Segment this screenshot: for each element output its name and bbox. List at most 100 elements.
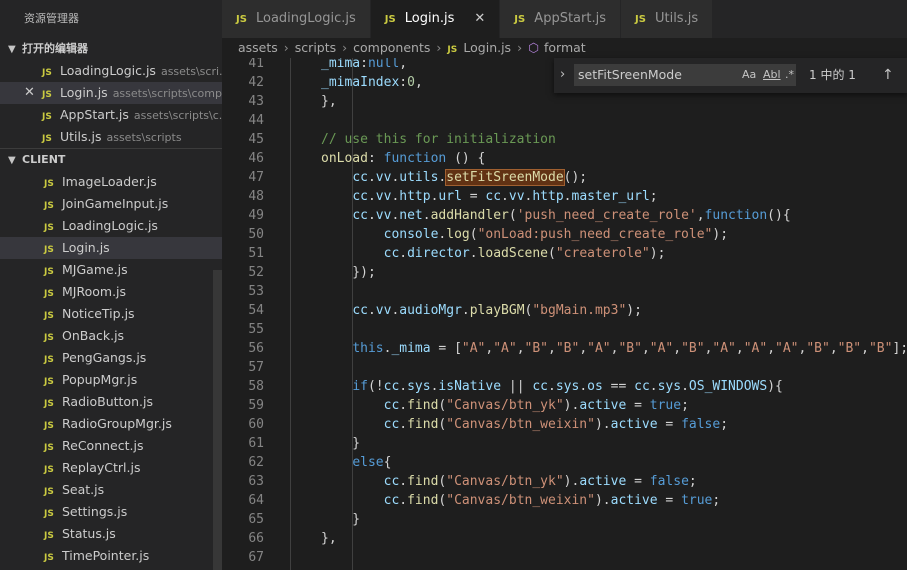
line-number: 51 [248, 246, 264, 261]
line-number: 58 [248, 379, 264, 394]
close-icon[interactable]: ✕ [474, 11, 485, 26]
file-tree-item[interactable]: JS NoticeTip.js [0, 303, 222, 325]
file-tree-item[interactable]: JS RadioButton.js [0, 391, 222, 413]
chevron-right-icon[interactable]: › [560, 67, 565, 82]
code-text: cc.director.loadScene("createrole"); [321, 244, 666, 263]
code-token: = [626, 398, 650, 413]
file-tree-item[interactable]: JS LoadingLogic.js [0, 215, 222, 237]
file-tree-item[interactable]: JS Login.js [0, 237, 222, 259]
code-token: , [516, 341, 525, 356]
code-token: cc [383, 493, 400, 508]
breadcrumb-part[interactable]: components [353, 40, 430, 55]
open-editor-name: AppStart.js [60, 107, 129, 122]
breadcrumb-part[interactable]: scripts [295, 40, 336, 55]
breadcrumb-part[interactable]: assets [238, 40, 278, 55]
file-tree-item[interactable]: JS MJGame.js [0, 259, 222, 281]
open-editor-item[interactable]: JS AppStart.js assets\scripts\c... [0, 104, 222, 126]
js-file-icon: JS [44, 311, 54, 321]
match-case-toggle[interactable]: Aa [742, 64, 756, 86]
open-editor-item[interactable]: JS LoadingLogic.js assets\scri... [0, 60, 222, 82]
js-file-icon: JS [44, 487, 54, 497]
client-folder-header[interactable]: ▼ CLIENT [0, 148, 222, 171]
code-token: 0 [407, 75, 415, 90]
file-tree-item[interactable]: JS TimePointer.js [0, 545, 222, 567]
file-tree-item[interactable]: JS PopupMgr.js [0, 369, 222, 391]
open-editor-item[interactable]: JS Utils.js assets\scripts [0, 126, 222, 148]
code-token: OS_WINDOWS [688, 379, 768, 394]
code-text: this._mima = ["A","A","B","B","A","B","A… [321, 339, 907, 358]
file-tree-item[interactable]: JS Status.js [0, 523, 222, 545]
file-tree-item[interactable]: JS ReConnect.js [0, 435, 222, 457]
code-editor[interactable]: 41 _mima:null, 42 _mimaIndex:0, 43}, 44 45// u… [222, 58, 907, 570]
regex-toggle[interactable]: .* [785, 64, 794, 86]
file-name: RadioGroupMgr.js [62, 416, 172, 431]
file-tree-item[interactable]: JS JoinGameInput.js [0, 193, 222, 215]
js-file-icon: JS [44, 465, 54, 475]
code-token: . [367, 208, 376, 223]
code-token: utils [399, 170, 439, 185]
sidebar-scrollbar[interactable] [213, 270, 222, 570]
code-text: cc.find("Canvas/btn_yk").active = false; [321, 472, 697, 491]
file-tree-item[interactable]: JS ReplayCtrl.js [0, 457, 222, 479]
file-tree-item[interactable]: JS RadioGroupMgr.js [0, 413, 222, 435]
code-token: ); [626, 303, 642, 318]
code-token: . [399, 379, 408, 394]
file-tree-item[interactable]: JS ImageLoader.js [0, 171, 222, 193]
code-text: // use this for initialization [321, 130, 556, 149]
editor-tab[interactable]: JS Utils.js [620, 0, 714, 38]
file-tree-item[interactable]: JS Seat.js [0, 479, 222, 501]
breadcrumb-part[interactable]: Login.js [463, 40, 511, 55]
code-token: ). [563, 474, 580, 489]
file-tree-item[interactable]: JS OnBack.js [0, 325, 222, 347]
editor-tab[interactable]: JS AppStart.js [500, 0, 621, 38]
breadcrumb-symbol[interactable]: format [544, 40, 586, 55]
code-token: http [532, 189, 564, 204]
code-token: log [446, 227, 470, 242]
file-tree-item[interactable]: JS Settings.js [0, 501, 222, 523]
file-name: NoticeTip.js [62, 306, 135, 321]
code-text: else{ [321, 453, 391, 472]
line-number: 42 [248, 75, 264, 90]
code-token: vv [375, 189, 392, 204]
editor-tab[interactable]: JS LoadingLogic.js [222, 0, 371, 38]
code-line: 63 cc.find("Canvas/btn_yk").active = fal… [222, 472, 907, 491]
code-token: "B" [868, 341, 893, 356]
close-icon[interactable]: ✕ [24, 82, 35, 104]
file-tree-item[interactable]: JS PengGangs.js [0, 347, 222, 369]
code-line: 56 this._mima = ["A","A","B","B","A","B"… [222, 339, 907, 358]
code-token: null [367, 58, 400, 71]
code-token: ); [712, 227, 729, 242]
code-token: . [563, 189, 572, 204]
explorer-title: 资源管理器 [24, 12, 79, 25]
code-line: 66}, [222, 529, 907, 548]
line-number: 57 [248, 360, 264, 375]
line-number: 62 [248, 455, 264, 470]
code-token: else [352, 455, 384, 470]
open-editors-header[interactable]: ▼ 打开的编辑器 [0, 38, 222, 60]
file-tree-item[interactable]: JS MJRoom.js [0, 281, 222, 303]
open-editor-name: Utils.js [60, 129, 102, 144]
open-editor-item[interactable]: ✕ JS Login.js assets\scripts\comp... [0, 82, 222, 104]
code-token: 'push_need_create_role' [516, 208, 697, 223]
code-token: ). [563, 398, 580, 413]
file-name: LoadingLogic.js [62, 218, 158, 233]
line-number: 43 [248, 94, 264, 109]
js-file-icon: JS [44, 509, 54, 519]
code-token: audioMgr [399, 303, 462, 318]
code-token: find [407, 417, 439, 432]
code-line: 50 console.log("onLoad:push_need_create_… [222, 225, 907, 244]
code-line: 67 [222, 548, 907, 567]
js-file-icon: JS [44, 267, 54, 277]
line-number: 48 [248, 189, 264, 204]
code-line: 65 } [222, 510, 907, 529]
code-token: false [681, 417, 721, 432]
code-line: 46 onLoad: function () { [222, 149, 907, 168]
arrow-up-icon[interactable]: ↑ [882, 64, 894, 86]
editor-tab[interactable]: JS Login.js ✕ [370, 0, 501, 38]
code-token: } [321, 512, 361, 527]
match-count: 1 中的 1 [809, 68, 856, 82]
whole-word-toggle[interactable]: Abl [763, 64, 781, 86]
code-token: cc [383, 398, 400, 413]
code-token: = [626, 474, 650, 489]
